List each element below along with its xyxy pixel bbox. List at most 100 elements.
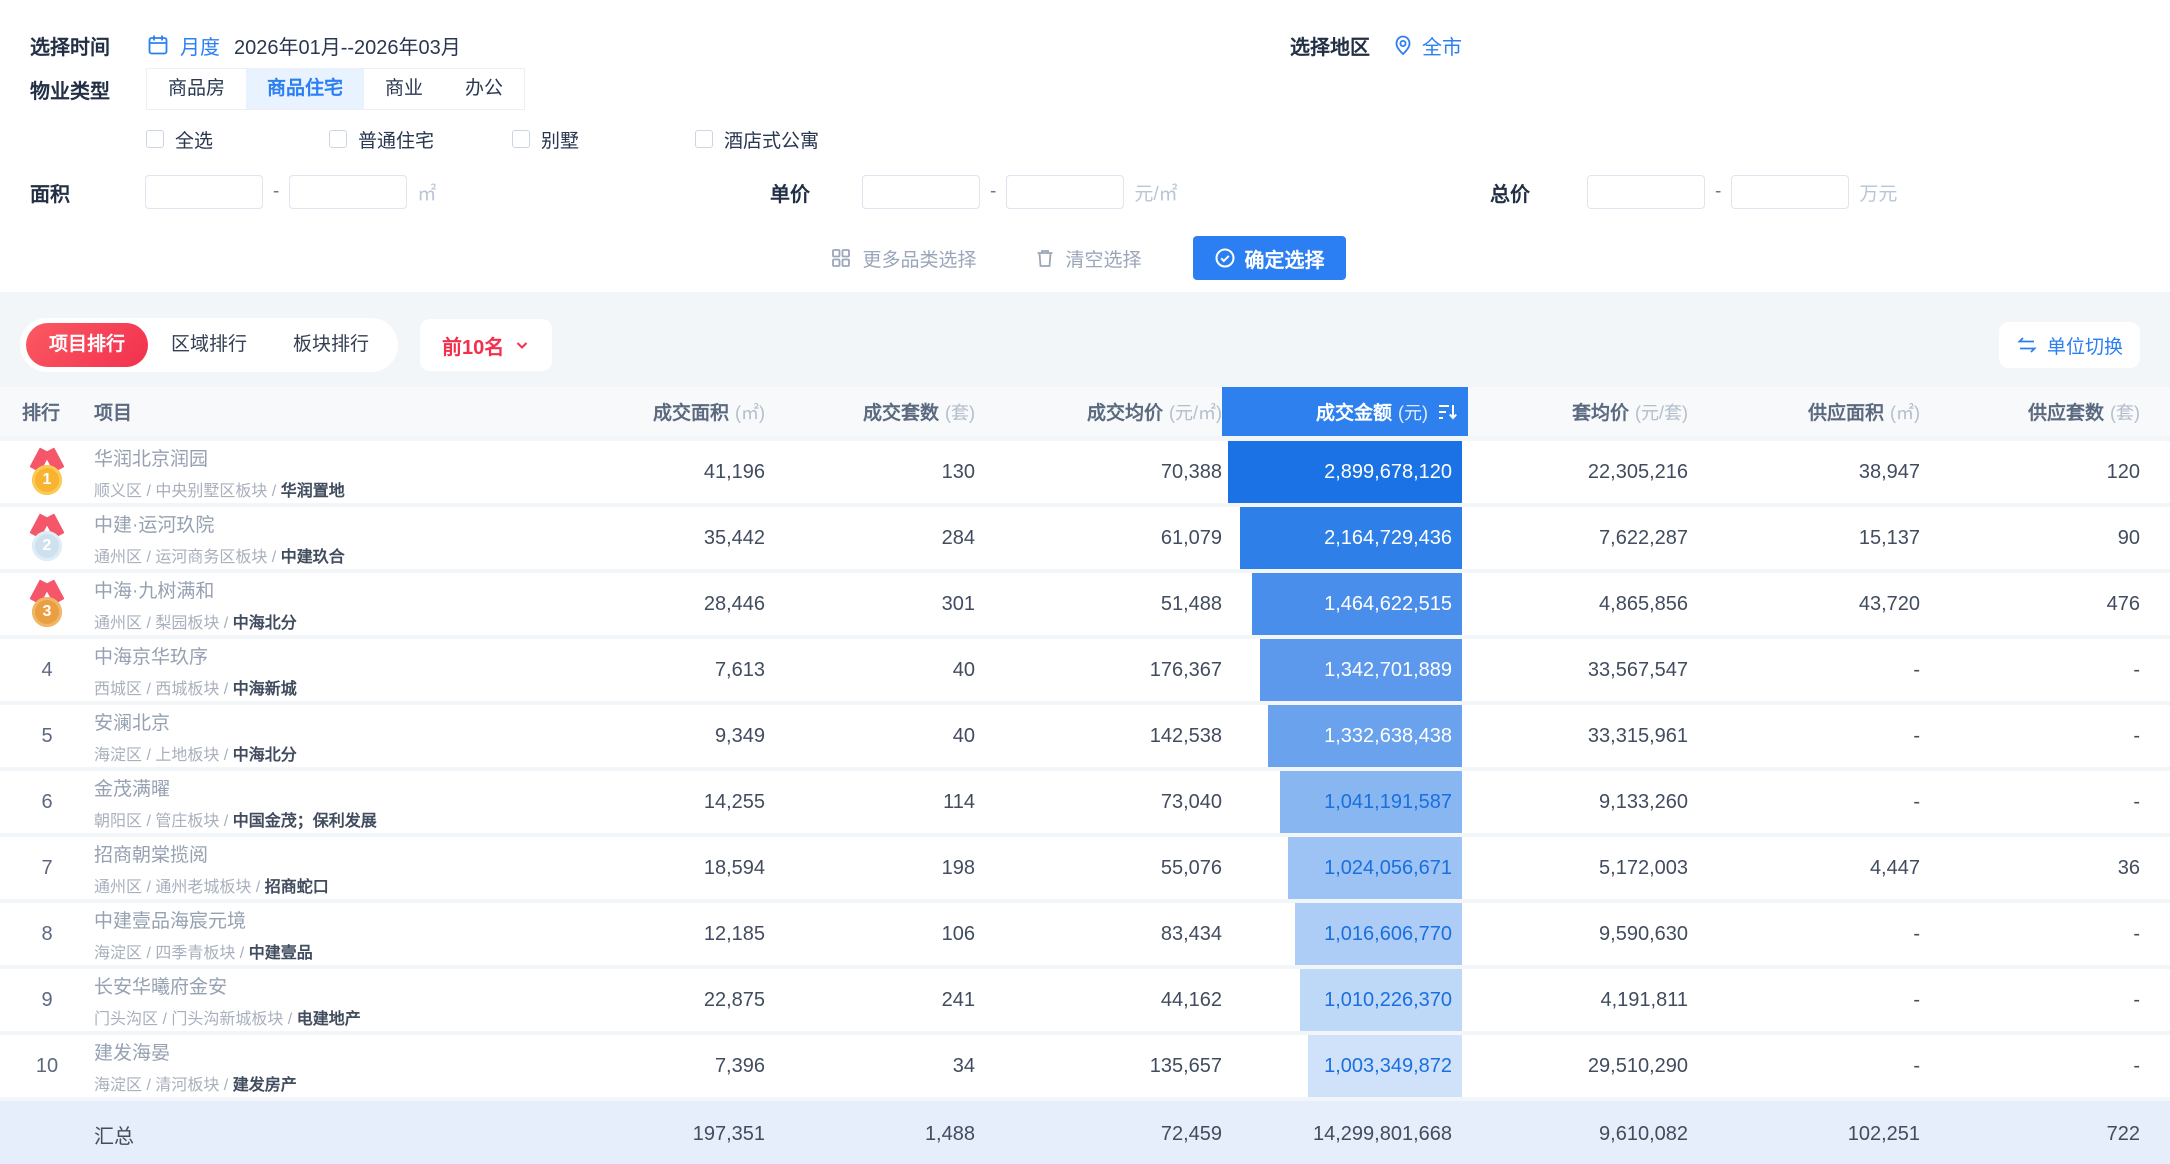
supply-area-cell: -	[1688, 659, 1920, 682]
property-type-row: 物业类型 商品房商品住宅商业办公	[30, 68, 2170, 110]
subtype-checkbox-item-3[interactable]: 别墅	[512, 126, 695, 153]
area-min-input[interactable]	[145, 175, 263, 209]
table-row[interactable]: 1华润北京润园顺义区 / 中央别墅区板块 / 华润置地41,19613070,3…	[0, 441, 2170, 503]
table-header-row: 排行项目成交面积(㎡)成交套数(套)成交均价(元/㎡)成交金额(元)套均价(元/…	[0, 387, 2170, 436]
total-price-min-input[interactable]	[1587, 175, 1705, 209]
ranking-tab-2[interactable]: 区域排行	[148, 323, 270, 367]
supply-units-cell: 90	[1920, 527, 2140, 550]
checkbox-box[interactable]	[512, 130, 530, 148]
project-location: 海淀区 / 上地板块 /	[94, 747, 233, 764]
project-developer: 中海北分	[233, 747, 297, 764]
area-max-input[interactable]	[289, 175, 407, 209]
top-n-filter[interactable]: 前10名	[420, 319, 552, 371]
supply-area-cell: 15,137	[1688, 527, 1920, 550]
deal-area-cell: 7,396	[595, 1055, 765, 1078]
project-cell: 中建壹品海宸元境海淀区 / 四季青板块 / 中建壹品	[94, 906, 595, 963]
checkbox-label: 别墅	[541, 126, 579, 153]
ranking-tab-1[interactable]: 项目排行	[26, 323, 148, 367]
column-label: 套均价	[1572, 398, 1629, 425]
deal-amount-cell: 1,332,638,438	[1222, 705, 1468, 767]
location-pin-icon[interactable]	[1392, 34, 1414, 56]
checkbox-box[interactable]	[695, 130, 713, 148]
deal-amount-cell: 1,024,056,671	[1222, 837, 1468, 899]
deal-amount-value: 1,332,638,438	[1324, 725, 1468, 748]
unit-switch-button[interactable]: 单位切换	[1999, 322, 2140, 368]
table-row[interactable]: 6金茂满曜朝阳区 / 管庄板块 / 中国金茂；保利发展14,25511473,0…	[0, 771, 2170, 833]
rank-cell: 2	[0, 515, 94, 562]
summary-supply-units: 722	[1920, 1123, 2140, 1146]
time-range-value[interactable]: 2026年01月--2026年03月	[234, 31, 461, 60]
area-range-group: 面积 - ㎡	[30, 174, 436, 210]
rank-number: 6	[41, 791, 52, 814]
avg-price-cell: 70,388	[975, 461, 1222, 484]
column-header-deal-amount[interactable]: 成交金额(元)	[1222, 387, 1468, 436]
more-categories-label: 更多品类选择	[862, 245, 976, 272]
property-type-tab-1[interactable]: 商品房	[147, 69, 246, 109]
property-type-tab-4[interactable]: 办公	[444, 69, 524, 109]
table-row[interactable]: 3中海·九树满和通州区 / 梨园板块 / 中海北分28,44630151,488…	[0, 573, 2170, 635]
time-granularity-selector[interactable]: 月度	[180, 31, 220, 60]
supply-units-cell: -	[1920, 989, 2140, 1012]
project-cell: 华润北京润园顺义区 / 中央别墅区板块 / 华润置地	[94, 444, 595, 501]
table-row[interactable]: 2中建·运河玖院通州区 / 运河商务区板块 / 中建玖合35,44228461,…	[0, 507, 2170, 569]
table-row[interactable]: 9长安华曦府金安门头沟区 / 门头沟新城板块 / 电建地产22,87524144…	[0, 969, 2170, 1031]
table-row[interactable]: 4中海京华玖序西城区 / 西城板块 / 中海新城7,61340176,3671,…	[0, 639, 2170, 701]
clear-selection-button[interactable]: 清空选择	[1028, 244, 1148, 273]
project-name: 建发海晏	[94, 1038, 595, 1065]
deal-area-cell: 41,196	[595, 461, 765, 484]
subtype-checkbox-item-1[interactable]: 全选	[146, 126, 329, 153]
ranking-tab-3[interactable]: 板块排行	[270, 323, 392, 367]
project-developer: 招商蛇口	[265, 879, 329, 896]
column-label: 供应套数	[2028, 398, 2104, 425]
supply-units-cell: -	[1920, 725, 2140, 748]
unit-price-min-input[interactable]	[862, 175, 980, 209]
subtype-checkbox-item-2[interactable]: 普通住宅	[329, 126, 512, 153]
medal-rank-number: 3	[32, 597, 62, 627]
project-subline: 通州区 / 通州老城板块 / 招商蛇口	[94, 873, 595, 897]
project-location: 海淀区 / 清河板块 /	[94, 1077, 233, 1094]
chevron-down-icon	[514, 337, 530, 353]
project-subline: 通州区 / 运河商务区板块 / 中建玖合	[94, 543, 595, 567]
avg-price-cell: 142,538	[975, 725, 1222, 748]
project-cell: 建发海晏海淀区 / 清河板块 / 建发房产	[94, 1038, 595, 1095]
project-location: 通州区 / 梨园板块 /	[94, 615, 233, 632]
avg-price-cell: 55,076	[975, 857, 1222, 880]
supply-area-cell: -	[1688, 1055, 1920, 1078]
avg-per-unit-cell: 33,567,547	[1468, 659, 1688, 682]
table-row[interactable]: 10建发海晏海淀区 / 清河板块 / 建发房产7,39634135,6571,0…	[0, 1035, 2170, 1097]
property-type-tab-3[interactable]: 商业	[364, 69, 444, 109]
check-circle-icon	[1214, 247, 1236, 269]
unit-price-max-input[interactable]	[1006, 175, 1124, 209]
calendar-icon[interactable]	[146, 33, 170, 57]
deal-units-cell: 198	[765, 857, 975, 880]
table-row[interactable]: 8中建壹品海宸元境海淀区 / 四季青板块 / 中建壹品12,18510683,4…	[0, 903, 2170, 965]
table-row[interactable]: 5安澜北京海淀区 / 上地板块 / 中海北分9,34940142,5381,33…	[0, 705, 2170, 767]
region-value[interactable]: 全市	[1422, 31, 1462, 60]
project-subline: 海淀区 / 四季青板块 / 中建壹品	[94, 939, 595, 963]
checkbox-label: 普通住宅	[358, 126, 434, 153]
deal-amount-cell: 1,010,226,370	[1222, 969, 1468, 1031]
more-categories-button[interactable]: 更多品类选择	[824, 244, 982, 273]
confirm-selection-button[interactable]: 确定选择	[1193, 236, 1346, 280]
total-price-max-input[interactable]	[1731, 175, 1849, 209]
project-location: 西城区 / 西城板块 /	[94, 681, 233, 698]
table-row[interactable]: 7招商朝棠揽阅通州区 / 通州老城板块 / 招商蛇口18,59419855,07…	[0, 837, 2170, 899]
property-type-tab-2[interactable]: 商品住宅	[246, 69, 364, 109]
supply-units-cell: 476	[1920, 593, 2140, 616]
deal-amount-value: 1,041,191,587	[1324, 791, 1468, 814]
deal-amount-value: 1,342,701,889	[1324, 659, 1468, 682]
column-header-avg-per-unit: 套均价(元/套)	[1468, 387, 1688, 436]
checkbox-box[interactable]	[329, 130, 347, 148]
property-type-label: 物业类型	[30, 75, 146, 104]
deal-area-cell: 12,185	[595, 923, 765, 946]
subtype-checkbox-row: 全选 普通住宅 别墅 酒店式公寓	[146, 126, 2170, 152]
rank-cell: 6	[0, 791, 94, 814]
checkbox-label: 酒店式公寓	[724, 126, 819, 153]
checkbox-box[interactable]	[146, 130, 164, 148]
column-label: 成交金额	[1316, 398, 1392, 425]
project-cell: 安澜北京海淀区 / 上地板块 / 中海北分	[94, 708, 595, 765]
subtype-checkbox-item-4[interactable]: 酒店式公寓	[695, 126, 878, 153]
column-header-supply-units: 供应套数(套)	[1920, 387, 2140, 436]
summary-avg-price: 72,459	[975, 1123, 1222, 1146]
rank-cell: 1	[0, 449, 94, 496]
